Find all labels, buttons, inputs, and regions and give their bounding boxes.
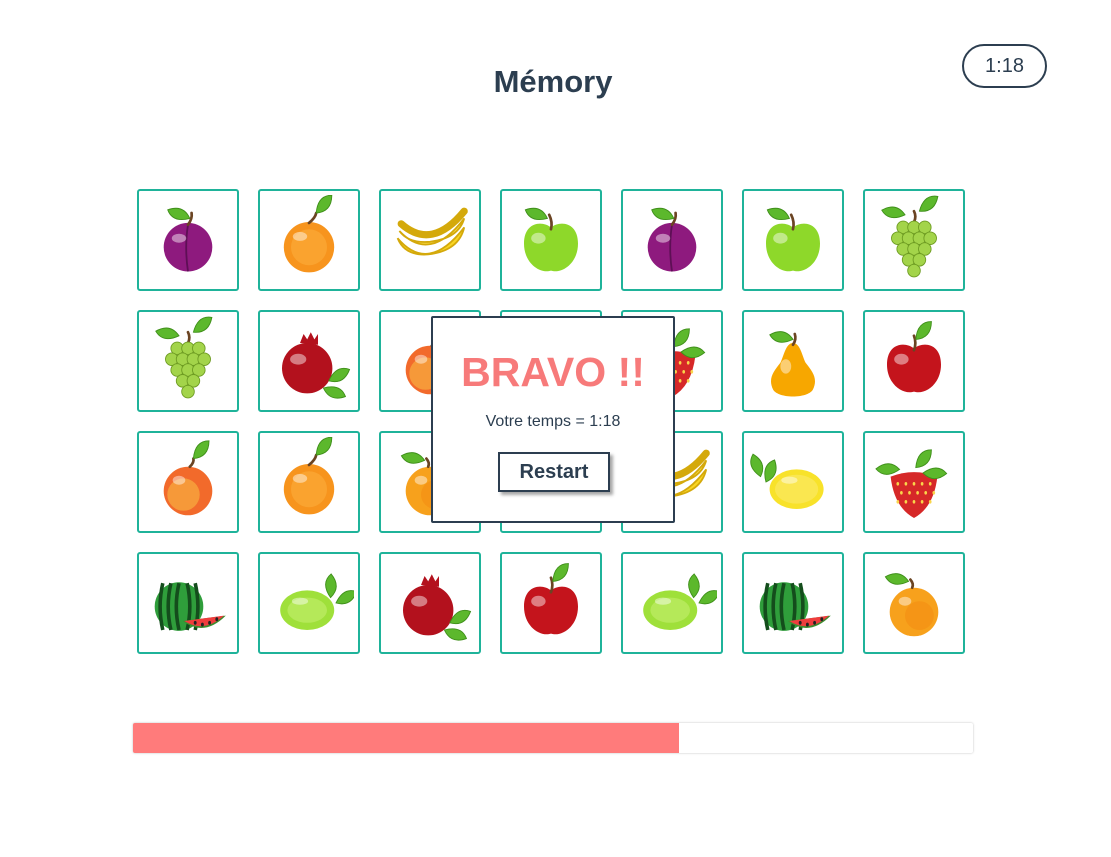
card-pomegranate[interactable] xyxy=(258,310,360,412)
card-orange[interactable] xyxy=(258,431,360,533)
card-lime[interactable] xyxy=(621,552,723,654)
card-banana[interactable] xyxy=(379,189,481,291)
watermelon-icon xyxy=(154,582,226,631)
card-watermelon[interactable] xyxy=(137,552,239,654)
banana-icon xyxy=(396,207,468,256)
pomegranate-icon xyxy=(403,574,472,641)
green-apple-icon xyxy=(766,207,820,272)
lime-icon xyxy=(280,573,354,630)
plum-icon xyxy=(647,207,697,272)
red-apple-icon xyxy=(524,563,578,635)
progress-bar xyxy=(133,723,973,753)
card-plum[interactable] xyxy=(137,189,239,291)
card-lime[interactable] xyxy=(258,552,360,654)
peach-icon xyxy=(163,440,213,516)
card-grapes[interactable] xyxy=(863,189,965,291)
pear-icon xyxy=(769,331,815,397)
card-grapes[interactable] xyxy=(137,310,239,412)
card-watermelon[interactable] xyxy=(742,552,844,654)
card-apricot[interactable] xyxy=(863,552,965,654)
orange-icon xyxy=(283,195,335,273)
card-pear[interactable] xyxy=(742,310,844,412)
memory-game: Mémory 1:18 BRAVO !! Votre temps = 1:18 … xyxy=(0,0,1111,857)
lemon-icon xyxy=(750,453,824,509)
grapes-icon xyxy=(155,316,213,399)
card-lemon[interactable] xyxy=(742,431,844,533)
watermelon-icon xyxy=(759,582,831,631)
card-green-apple[interactable] xyxy=(500,189,602,291)
plum-icon xyxy=(163,207,213,272)
page-title: Mémory xyxy=(493,64,613,99)
timer-badge: 1:18 xyxy=(962,44,1047,88)
card-red-apple[interactable] xyxy=(863,310,965,412)
grapes-icon xyxy=(881,195,939,278)
card-pomegranate[interactable] xyxy=(379,552,481,654)
victory-title: BRAVO !! xyxy=(461,349,645,395)
card-green-apple[interactable] xyxy=(742,189,844,291)
red-apple-icon xyxy=(887,321,941,393)
lime-icon xyxy=(643,573,717,630)
pomegranate-icon xyxy=(282,332,351,399)
apricot-icon xyxy=(884,573,939,637)
restart-button[interactable]: Restart xyxy=(498,452,610,492)
strawberry-icon xyxy=(875,449,948,518)
final-time-text: Votre temps = 1:18 xyxy=(485,413,621,430)
card-red-apple[interactable] xyxy=(500,552,602,654)
victory-dialog: BRAVO !! Votre temps = 1:18 Restart xyxy=(431,316,675,523)
card-peach[interactable] xyxy=(137,431,239,533)
card-strawberry[interactable] xyxy=(863,431,965,533)
card-orange[interactable] xyxy=(258,189,360,291)
green-apple-icon xyxy=(524,207,578,272)
progress-fill xyxy=(133,723,679,753)
card-plum[interactable] xyxy=(621,189,723,291)
orange-icon xyxy=(283,437,335,515)
